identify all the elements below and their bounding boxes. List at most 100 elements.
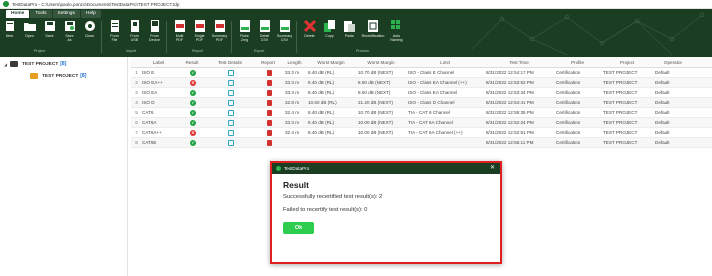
folder-icon [10, 61, 18, 67]
test-details-icon[interactable] [228, 79, 234, 86]
ribbon-separator [166, 21, 167, 53]
paste-icon [343, 19, 356, 33]
fail-icon: ✕ [190, 79, 196, 86]
failed-message: Failed to recertify test result(s): 0 [283, 207, 368, 213]
ribbon-decoration [472, 12, 705, 56]
table-row[interactable]: 3 ISO EA ✓ 33.3 m 8.40 dB (RL) 8.60 dB (… [131, 88, 712, 98]
new-doc-icon [4, 19, 16, 33]
result-dialog: TestDataPro ✕ Result Successfully recert… [270, 161, 502, 264]
pdf-report-icon[interactable] [266, 119, 272, 126]
fluke-zmg-button[interactable]: Fluke Zmg [235, 19, 254, 42]
tab-home[interactable]: Home [6, 10, 30, 18]
group-label-export: Export [254, 49, 265, 53]
project-tree: ◢ TEST PROJECT [8] TEST PROJECT [8] [0, 57, 128, 276]
copy-button[interactable]: Copy [320, 19, 339, 38]
export-zmg-icon [239, 19, 251, 33]
column-header-project[interactable]: Project [601, 60, 653, 65]
column-header-test-time[interactable]: Test Time [484, 60, 554, 65]
recertification-button[interactable]: Recertification [360, 19, 386, 38]
pdf-report-icon[interactable] [266, 69, 272, 76]
close-icon[interactable]: ✕ [490, 164, 495, 173]
group-label-project: Project [34, 49, 46, 53]
delete-icon [303, 19, 316, 33]
table-row[interactable]: 5 CAT6 ✓ 32.4 m 8.40 dB (RL) 10.70 dB (N… [131, 108, 712, 118]
import-from-device-button[interactable]: From Device [145, 19, 164, 42]
auto-naming-button[interactable]: Auto Naming [387, 19, 406, 42]
success-message: Successfully recertified test result(s):… [283, 194, 383, 200]
app-logo-icon [3, 1, 9, 7]
column-header-profile[interactable]: Profile [554, 60, 601, 65]
tree-item-project-root[interactable]: ◢ TEST PROJECT [8] [0, 58, 127, 70]
multi-pdf-button[interactable]: Multi PDF [170, 19, 189, 42]
csv-summary-icon [279, 19, 291, 33]
pdf-report-icon[interactable] [266, 109, 272, 116]
pdf-summary-icon [214, 19, 226, 33]
save-as-button[interactable]: Save As [60, 19, 79, 42]
import-from-file-button[interactable]: From File [105, 19, 124, 42]
open-button[interactable]: Open [20, 19, 39, 38]
column-header-worst-margin[interactable]: Worst Margin [306, 60, 356, 65]
group-label-process: Process [356, 49, 369, 53]
summary-csv-button[interactable]: Summary CSV [275, 19, 294, 42]
dialog-title-bar: TestDataPro ✕ [272, 163, 500, 174]
delete-button[interactable]: Delete [300, 19, 319, 38]
save-button[interactable]: Save [40, 19, 59, 38]
pass-icon: ✓ [190, 69, 196, 76]
table-row[interactable]: 8 CAT5E ✓ 8/31/2022 12:55:11 PM Certific… [131, 138, 712, 148]
column-header-worst-margin-2[interactable]: Worst Margin [356, 60, 406, 65]
tree-item-project-child[interactable]: TEST PROJECT [8] [0, 70, 127, 82]
pass-icon: ✓ [190, 139, 196, 146]
new-button[interactable]: New [0, 19, 19, 38]
save-as-icon [64, 19, 76, 33]
column-header-report[interactable]: Report [253, 60, 283, 65]
test-details-icon[interactable] [228, 69, 234, 76]
detail-csv-button[interactable]: Detail CSV [255, 19, 274, 42]
folder-icon [30, 73, 38, 79]
test-details-icon[interactable] [228, 99, 234, 106]
paste-button[interactable]: Paste [340, 19, 359, 38]
fail-icon: ✕ [190, 129, 196, 136]
column-header-length[interactable]: Length [283, 60, 306, 65]
test-details-icon[interactable] [228, 109, 234, 116]
tab-help[interactable]: Help [80, 10, 101, 18]
column-header-result[interactable]: Result [177, 60, 207, 65]
test-details-icon[interactable] [228, 89, 234, 96]
table-row[interactable]: 1 ISO E ✓ 33.3 m 8.40 dB (RL) 10.70 dB (… [131, 68, 712, 78]
pdf-report-icon[interactable] [266, 79, 272, 86]
dialog-body: Result Successfully recertified test res… [272, 174, 500, 240]
auto-naming-icon [390, 19, 403, 33]
summary-pdf-button[interactable]: Summary PDF [210, 19, 229, 42]
column-header-limit[interactable]: Limit [406, 60, 484, 65]
tab-settings[interactable]: Settings [52, 10, 80, 18]
pass-icon: ✓ [190, 119, 196, 126]
test-details-icon[interactable] [228, 129, 234, 136]
ribbon-separator [231, 21, 232, 53]
close-project-button[interactable]: Close [80, 19, 99, 38]
test-details-icon[interactable] [228, 139, 234, 146]
pass-icon: ✓ [190, 109, 196, 116]
results-grid: Label Result Test Details Report Length … [131, 57, 712, 148]
table-row[interactable]: 2 ISO EA++ ✕ 33.3 m 8.40 dB (RL) 8.60 dB… [131, 78, 712, 88]
pdf-report-icon[interactable] [266, 89, 272, 96]
table-row[interactable]: 4 ISO D ✓ 32.8 m 10.60 dB (RL) 21.20 dB … [131, 98, 712, 108]
ribbon-separator [101, 21, 102, 53]
table-row[interactable]: 6 CAT6A ✓ 33.3 m 8.40 dB (RL) 10.00 dB (… [131, 118, 712, 128]
import-from-usb-button[interactable]: From USB [125, 19, 144, 42]
table-row[interactable]: 7 CAT6A++ ✕ 32.4 m 8.40 dB (RL) 10.00 dB… [131, 128, 712, 138]
pdf-report-icon[interactable] [266, 139, 272, 146]
pdf-report-icon[interactable] [266, 129, 272, 136]
import-file-icon [109, 19, 121, 33]
tab-tools[interactable]: Tools [30, 10, 52, 18]
single-pdf-button[interactable]: Single PDF [190, 19, 209, 42]
grid-header: Label Result Test Details Report Length … [131, 57, 712, 68]
test-details-icon[interactable] [228, 119, 234, 126]
ribbon-separator [296, 21, 297, 53]
pdf-single-icon [194, 19, 206, 33]
column-header-label[interactable]: Label [140, 60, 177, 65]
dialog-window-title: TestDataPro [284, 166, 310, 171]
column-header-operator[interactable]: Operator [653, 60, 693, 65]
pdf-report-icon[interactable] [266, 99, 272, 106]
ok-button[interactable]: Ok [283, 222, 314, 234]
app-logo-icon [276, 166, 281, 171]
column-header-test-details[interactable]: Test Details [207, 60, 253, 65]
